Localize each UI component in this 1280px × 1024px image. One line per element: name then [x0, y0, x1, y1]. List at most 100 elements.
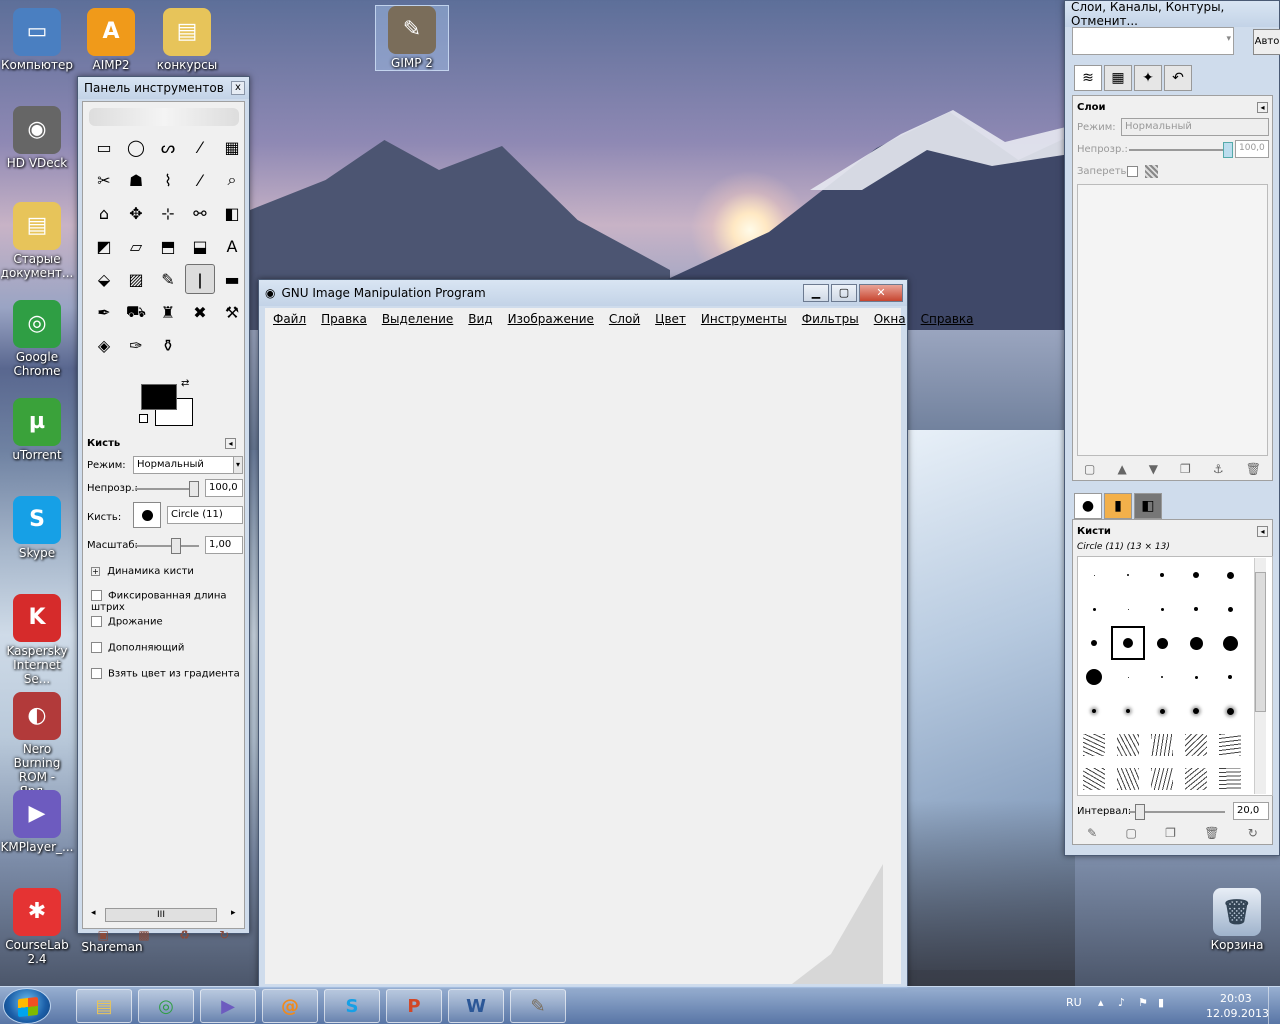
tool-button[interactable]: ⁄: [185, 132, 215, 162]
layer-action-button[interactable]: ❐: [1180, 462, 1191, 476]
brush-thumbnail[interactable]: [1077, 694, 1111, 728]
default-colors-icon[interactable]: [139, 414, 148, 423]
wilber-drop-area[interactable]: [89, 108, 239, 126]
opacity-slider-thumb[interactable]: [189, 481, 199, 497]
brush-action-button[interactable]: ▢: [1126, 826, 1137, 840]
menu-item[interactable]: Слой: [609, 312, 640, 326]
brush-thumbnail[interactable]: [1213, 558, 1247, 592]
layer-action-button[interactable]: ▼: [1149, 462, 1158, 476]
brush-preview-button[interactable]: [133, 502, 161, 528]
scroll-right-icon[interactable]: ▸: [231, 908, 236, 918]
brush-thumbnail[interactable]: [1185, 768, 1207, 790]
brush-thumbnail[interactable]: [1179, 558, 1213, 592]
desktop-icon-kaspersky[interactable]: K Kaspersky Internet Se...: [0, 594, 74, 686]
checkbox[interactable]: [91, 642, 102, 653]
layers-opacity-thumb[interactable]: [1223, 142, 1233, 158]
desktop-icon-courselab[interactable]: ✱ CourseLab 2.4: [0, 888, 74, 966]
scale-slider-thumb[interactable]: [171, 538, 181, 554]
brush-thumbnail[interactable]: [1151, 768, 1173, 790]
option-checkbox-row[interactable]: Фиксированная длина штрих: [91, 590, 240, 613]
tool-button[interactable]: A: [217, 231, 247, 261]
desktop-icon-folder[interactable]: ▤ конкурсы: [150, 8, 224, 72]
dock-titlebar[interactable]: Слои, Каналы, Контуры, Отменит...: [1065, 0, 1279, 28]
brush-panel-tab[interactable]: ▮: [1104, 493, 1132, 519]
brushes-menu-icon[interactable]: ◂: [1257, 526, 1268, 537]
desktop-icon-nero[interactable]: ◐Nero Burning ROM - Ярл...: [0, 692, 74, 798]
tool-button[interactable]: ✖: [185, 297, 215, 327]
brush-thumbnail[interactable]: [1117, 768, 1139, 790]
brush-action-button[interactable]: ❐: [1165, 826, 1176, 840]
toolbox-bottom-icon[interactable]: ↻: [219, 928, 229, 942]
empty-canvas-area[interactable]: [265, 330, 901, 984]
action-center-icon[interactable]: ⚑: [1138, 996, 1148, 1009]
tool-button[interactable]: ☗: [121, 165, 151, 195]
tool-button[interactable]: ⊹: [153, 198, 183, 228]
checkbox[interactable]: [91, 668, 102, 679]
mode-select[interactable]: Нормальный ▾: [133, 456, 243, 474]
menu-item[interactable]: Справка: [921, 312, 974, 326]
brush-thumbnail[interactable]: [1179, 626, 1213, 660]
desktop-icon-computer[interactable]: ▭ Компьютер: [0, 8, 74, 72]
taskbar-button-gimp[interactable]: ✎: [510, 989, 566, 1023]
brush-thumbnail[interactable]: [1213, 626, 1247, 660]
tool-button[interactable]: ◧: [217, 198, 247, 228]
tool-button[interactable]: ▬: [217, 264, 247, 294]
brush-thumbnail[interactable]: [1145, 626, 1179, 660]
brush-name-field[interactable]: Circle (11): [167, 506, 243, 524]
taskbar-button-powerpoint[interactable]: P: [386, 989, 442, 1023]
tool-button[interactable]: ⌕: [217, 165, 247, 195]
option-checkbox-row[interactable]: Взять цвет из градиента: [91, 668, 240, 680]
interval-thumb[interactable]: [1135, 804, 1145, 820]
tool-button[interactable]: ǀ: [185, 264, 215, 294]
tool-button[interactable]: ᔕ: [153, 132, 183, 162]
maximize-button[interactable]: ▢: [831, 284, 857, 302]
tool-button[interactable]: ◈: [89, 330, 119, 360]
brush-thumbnail[interactable]: [1145, 592, 1179, 626]
brush-thumbnail[interactable]: [1077, 592, 1111, 626]
foreground-color-swatch[interactable]: [141, 384, 177, 410]
menu-item[interactable]: Фильтры: [802, 312, 859, 326]
menu-item[interactable]: Окна: [874, 312, 906, 326]
layers-dock-window[interactable]: Слои, Каналы, Контуры, Отменит... ▾ Авто…: [1064, 0, 1280, 856]
toolbox-scrollbar[interactable]: III: [105, 908, 217, 922]
desktop-icon-shareman[interactable]: Shareman: [74, 940, 150, 954]
menu-item[interactable]: Инструменты: [701, 312, 787, 326]
brush-action-button[interactable]: 🗑: [1204, 826, 1219, 840]
tool-button[interactable]: ▦: [217, 132, 247, 162]
options-menu-icon[interactable]: ◂: [225, 438, 236, 449]
interval-spin[interactable]: 20,0: [1233, 802, 1269, 820]
scale-spin[interactable]: 1,00: [205, 536, 243, 554]
tool-button[interactable]: ⌇: [153, 165, 183, 195]
tool-button[interactable]: ✒: [89, 297, 119, 327]
image-select[interactable]: ▾: [1072, 27, 1234, 55]
brush-thumbnail[interactable]: [1111, 660, 1145, 694]
scale-slider[interactable]: [135, 538, 199, 554]
tool-button[interactable]: ✑: [121, 330, 151, 360]
main-titlebar[interactable]: ◉ GNU Image Manipulation Program ▁ ▢ ✕: [259, 280, 907, 306]
desktop-icon-aimp[interactable]: A AIMP2: [74, 8, 148, 72]
brush-thumbnail[interactable]: [1185, 734, 1207, 756]
toolbox-bottom-icon[interactable]: ▩: [138, 928, 149, 942]
menu-item[interactable]: Цвет: [655, 312, 686, 326]
brush-thumbnail[interactable]: [1145, 660, 1179, 694]
layer-action-button[interactable]: ▲: [1117, 462, 1126, 476]
tool-button[interactable]: ▭: [89, 132, 119, 162]
chevron-down-icon[interactable]: ▾: [1226, 34, 1231, 44]
desktop-icon-chrome[interactable]: ◎ Google Chrome: [0, 300, 74, 378]
desktop-icon-hdvdeck[interactable]: ◉ HD VDeck: [0, 106, 74, 170]
menu-item[interactable]: Файл: [273, 312, 306, 326]
layers-opacity-spin[interactable]: 100,0: [1235, 140, 1269, 158]
brush-thumbnail[interactable]: [1179, 660, 1213, 694]
tool-button[interactable]: ⚯: [185, 198, 215, 228]
show-hidden-icons[interactable]: ▴: [1098, 996, 1104, 1009]
layer-action-button[interactable]: 🗑: [1246, 462, 1261, 476]
brush-thumbnail[interactable]: [1077, 626, 1111, 660]
taskbar-button-kmplayer[interactable]: ▶: [200, 989, 256, 1023]
chevron-down-icon[interactable]: ▾: [233, 456, 243, 474]
brushes-scrollbar[interactable]: [1254, 558, 1266, 794]
layers-menu-icon[interactable]: ◂: [1257, 102, 1268, 113]
layer-action-button[interactable]: ▢: [1084, 462, 1095, 476]
brush-thumbnail[interactable]: [1213, 694, 1247, 728]
tool-button[interactable]: ▱: [121, 231, 151, 261]
desktop-icon-skype[interactable]: S Skype: [0, 496, 74, 560]
